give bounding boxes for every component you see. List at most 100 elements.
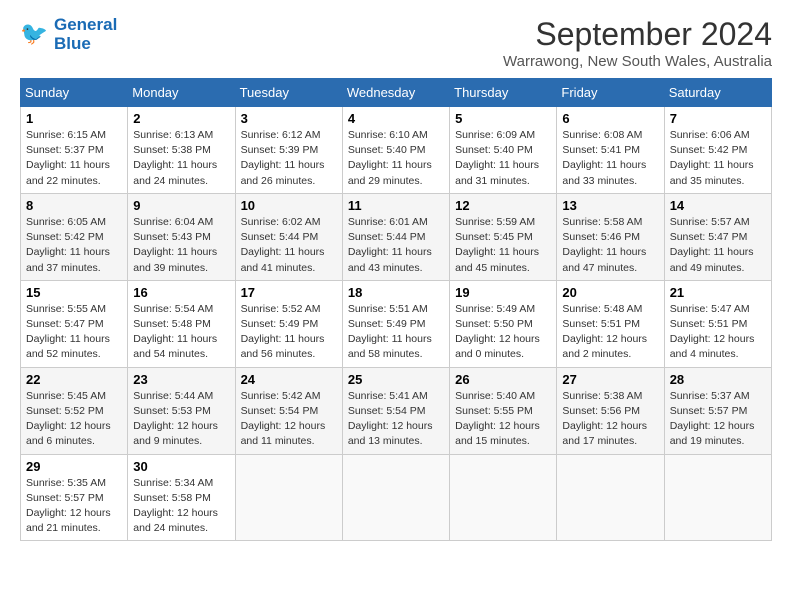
day-of-week-header: Wednesday	[342, 79, 449, 107]
day-number: 3	[241, 111, 337, 126]
calendar-cell: 12 Sunrise: 5:59 AMSunset: 5:45 PMDayligh…	[450, 193, 557, 280]
day-info: Sunrise: 5:51 AMSunset: 5:49 PMDaylight:…	[348, 302, 444, 363]
day-number: 7	[670, 111, 766, 126]
svg-text:🐦: 🐦	[20, 21, 48, 46]
day-number: 26	[455, 372, 551, 387]
calendar-cell: 28Sunrise: 5:37 AMSunset: 5:57 PMDayligh…	[664, 367, 771, 454]
day-number: 5	[455, 111, 551, 126]
calendar-cell: 25Sunrise: 5:41 AMSunset: 5:54 PMDayligh…	[342, 367, 449, 454]
calendar-cell	[664, 454, 771, 541]
day-number: 28	[670, 372, 766, 387]
day-info: Sunrise: 6:02 AMSunset: 5:44 PMDaylight:…	[241, 215, 337, 276]
calendar-cell: 11 Sunrise: 6:01 AMSunset: 5:44 PMDayligh…	[342, 193, 449, 280]
calendar-table: SundayMondayTuesdayWednesdayThursdayFrid…	[20, 78, 772, 541]
day-number: 20	[562, 285, 658, 300]
day-number: 21	[670, 285, 766, 300]
day-info: Sunrise: 5:35 AMSunset: 5:57 PMDaylight:…	[26, 476, 122, 537]
day-info: Sunrise: 6:12 AMSunset: 5:39 PMDaylight:…	[241, 128, 337, 189]
calendar-cell: 27 Sunrise: 5:38 AMSunset: 5:56 PMDayligh…	[557, 367, 664, 454]
calendar-title-block: September 2024 Warrawong, New South Wale…	[503, 16, 772, 70]
day-info: Sunrise: 5:38 AMSunset: 5:56 PMDaylight:…	[562, 389, 658, 450]
day-number: 11	[348, 198, 444, 213]
day-number: 13	[562, 198, 658, 213]
day-number: 17	[241, 285, 337, 300]
day-info: Sunrise: 6:09 AMSunset: 5:40 PMDaylight:…	[455, 128, 551, 189]
day-number: 2	[133, 111, 229, 126]
day-info: Sunrise: 5:40 AMSunset: 5:55 PMDaylight:…	[455, 389, 551, 450]
day-of-week-header: Thursday	[450, 79, 557, 107]
day-number: 29	[26, 459, 122, 474]
day-info: Sunrise: 5:34 AMSunset: 5:58 PMDaylight:…	[133, 476, 229, 537]
calendar-cell: 24 Sunrise: 5:42 AMSunset: 5:54 PMDayligh…	[235, 367, 342, 454]
calendar-week-row: 1 Sunrise: 6:15 AMSunset: 5:37 PMDaylight…	[21, 107, 772, 194]
day-of-week-header: Friday	[557, 79, 664, 107]
calendar-cell	[450, 454, 557, 541]
day-info: Sunrise: 5:57 AMSunset: 5:47 PMDaylight:…	[670, 215, 766, 276]
calendar-cell: 5 Sunrise: 6:09 AMSunset: 5:40 PMDaylight…	[450, 107, 557, 194]
day-of-week-header: Sunday	[21, 79, 128, 107]
day-info: Sunrise: 6:04 AMSunset: 5:43 PMDaylight:…	[133, 215, 229, 276]
day-info: Sunrise: 6:06 AMSunset: 5:42 PMDaylight:…	[670, 128, 766, 189]
day-header-row: SundayMondayTuesdayWednesdayThursdayFrid…	[21, 79, 772, 107]
day-info: Sunrise: 5:59 AMSunset: 5:45 PMDaylight:…	[455, 215, 551, 276]
day-of-week-header: Monday	[128, 79, 235, 107]
day-info: Sunrise: 6:15 AMSunset: 5:37 PMDaylight:…	[26, 128, 122, 189]
day-info: Sunrise: 5:49 AMSunset: 5:50 PMDaylight:…	[455, 302, 551, 363]
day-info: Sunrise: 6:10 AMSunset: 5:40 PMDaylight:…	[348, 128, 444, 189]
day-of-week-header: Tuesday	[235, 79, 342, 107]
calendar-cell: 7 Sunrise: 6:06 AMSunset: 5:42 PMDaylight…	[664, 107, 771, 194]
calendar-cell: 19 Sunrise: 5:49 AMSunset: 5:50 PMDayligh…	[450, 280, 557, 367]
day-number: 12	[455, 198, 551, 213]
calendar-cell: 2Sunrise: 6:13 AMSunset: 5:38 PMDaylight…	[128, 107, 235, 194]
day-info: Sunrise: 5:45 AMSunset: 5:52 PMDaylight:…	[26, 389, 122, 450]
day-number: 9	[133, 198, 229, 213]
calendar-week-row: 8 Sunrise: 6:05 AMSunset: 5:42 PMDaylight…	[21, 193, 772, 280]
calendar-cell	[342, 454, 449, 541]
calendar-cell: 14 Sunrise: 5:57 AMSunset: 5:47 PMDayligh…	[664, 193, 771, 280]
day-number: 18	[348, 285, 444, 300]
day-number: 23	[133, 372, 229, 387]
day-info: Sunrise: 5:54 AMSunset: 5:48 PMDaylight:…	[133, 302, 229, 363]
day-info: Sunrise: 5:58 AMSunset: 5:46 PMDaylight:…	[562, 215, 658, 276]
day-number: 22	[26, 372, 122, 387]
calendar-cell	[235, 454, 342, 541]
calendar-cell: 1 Sunrise: 6:15 AMSunset: 5:37 PMDaylight…	[21, 107, 128, 194]
calendar-week-row: 29 Sunrise: 5:35 AMSunset: 5:57 PMDayligh…	[21, 454, 772, 541]
day-number: 24	[241, 372, 337, 387]
day-number: 14	[670, 198, 766, 213]
calendar-cell: 16Sunrise: 5:54 AMSunset: 5:48 PMDayligh…	[128, 280, 235, 367]
calendar-cell: 15 Sunrise: 5:55 AMSunset: 5:47 PMDayligh…	[21, 280, 128, 367]
calendar-cell: 23 Sunrise: 5:44 AMSunset: 5:53 PMDayligh…	[128, 367, 235, 454]
day-number: 8	[26, 198, 122, 213]
calendar-cell: 13 Sunrise: 5:58 AMSunset: 5:46 PMDayligh…	[557, 193, 664, 280]
logo-icon: 🐦	[20, 17, 50, 47]
day-number: 4	[348, 111, 444, 126]
month-year-title: September 2024	[503, 16, 772, 53]
calendar-cell: 30Sunrise: 5:34 AMSunset: 5:58 PMDayligh…	[128, 454, 235, 541]
calendar-cell: 9 Sunrise: 6:04 AMSunset: 5:43 PMDaylight…	[128, 193, 235, 280]
calendar-cell: 22 Sunrise: 5:45 AMSunset: 5:52 PMDayligh…	[21, 367, 128, 454]
day-info: Sunrise: 6:05 AMSunset: 5:42 PMDaylight:…	[26, 215, 122, 276]
day-number: 19	[455, 285, 551, 300]
calendar-body: 1 Sunrise: 6:15 AMSunset: 5:37 PMDaylight…	[21, 107, 772, 541]
location-subtitle: Warrawong, New South Wales, Australia	[503, 53, 772, 70]
day-info: Sunrise: 6:08 AMSunset: 5:41 PMDaylight:…	[562, 128, 658, 189]
day-info: Sunrise: 5:55 AMSunset: 5:47 PMDaylight:…	[26, 302, 122, 363]
page-header: 🐦 General Blue September 2024 Warrawong,…	[20, 16, 772, 70]
calendar-week-row: 22 Sunrise: 5:45 AMSunset: 5:52 PMDayligh…	[21, 367, 772, 454]
day-number: 1	[26, 111, 122, 126]
logo-text: General Blue	[54, 16, 117, 53]
calendar-cell: 17Sunrise: 5:52 AMSunset: 5:49 PMDayligh…	[235, 280, 342, 367]
calendar-header: SundayMondayTuesdayWednesdayThursdayFrid…	[21, 79, 772, 107]
day-info: Sunrise: 6:01 AMSunset: 5:44 PMDaylight:…	[348, 215, 444, 276]
calendar-cell: 8 Sunrise: 6:05 AMSunset: 5:42 PMDaylight…	[21, 193, 128, 280]
day-info: Sunrise: 5:47 AMSunset: 5:51 PMDaylight:…	[670, 302, 766, 363]
day-info: Sunrise: 5:44 AMSunset: 5:53 PMDaylight:…	[133, 389, 229, 450]
calendar-cell: 4 Sunrise: 6:10 AMSunset: 5:40 PMDaylight…	[342, 107, 449, 194]
calendar-cell: 29 Sunrise: 5:35 AMSunset: 5:57 PMDayligh…	[21, 454, 128, 541]
day-info: Sunrise: 5:42 AMSunset: 5:54 PMDaylight:…	[241, 389, 337, 450]
day-number: 15	[26, 285, 122, 300]
day-number: 10	[241, 198, 337, 213]
day-number: 6	[562, 111, 658, 126]
day-number: 27	[562, 372, 658, 387]
